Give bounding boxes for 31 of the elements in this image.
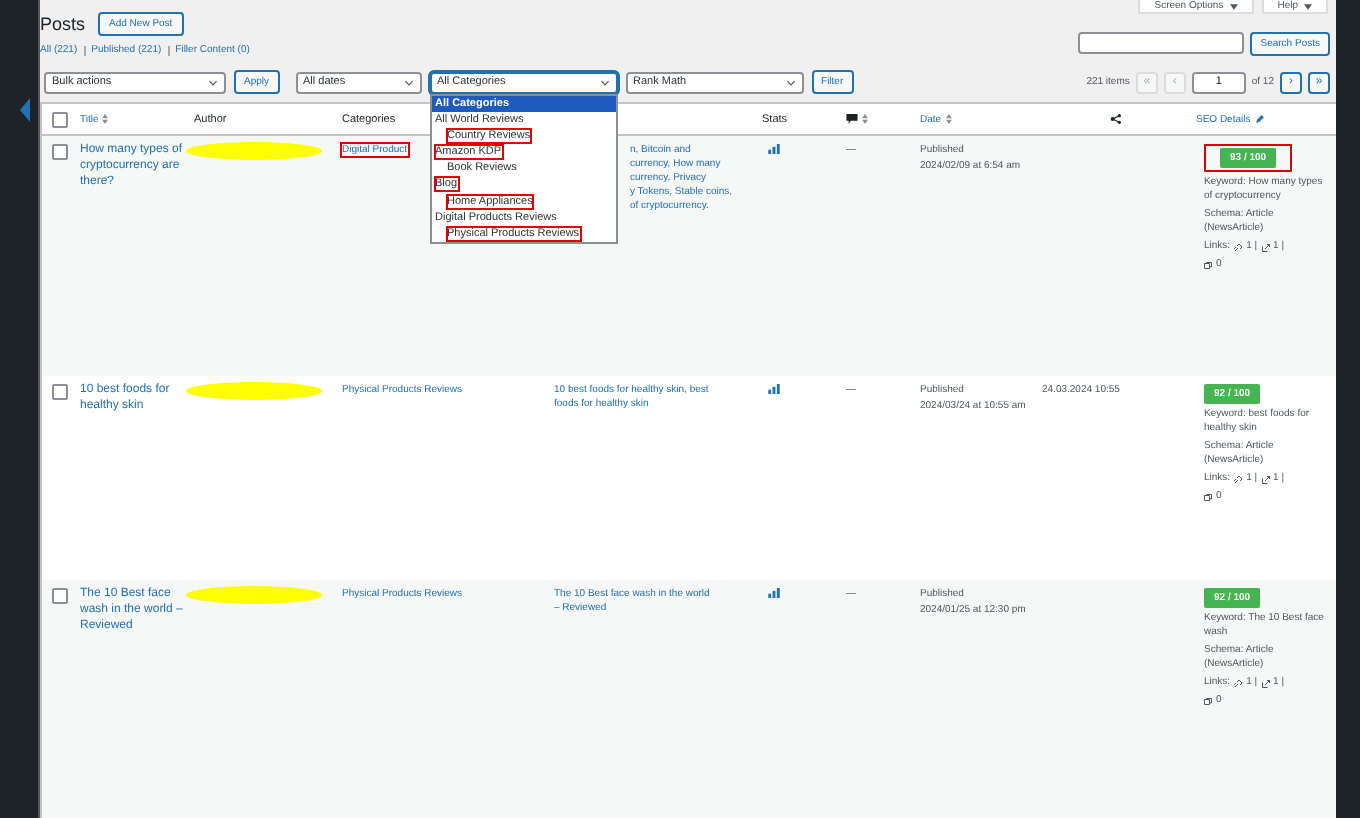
link-icon [1234, 475, 1243, 483]
sort-icon[interactable] [102, 114, 109, 124]
chevron-icon [208, 79, 218, 85]
share-icon [1109, 114, 1121, 124]
link-icon [1234, 679, 1243, 687]
sort-icon[interactable] [945, 114, 952, 124]
chevron-icon [403, 79, 414, 85]
chevron-icon [785, 79, 796, 85]
sort-icon[interactable] [862, 114, 868, 124]
stats-icon[interactable] [768, 588, 780, 598]
stats-icon[interactable] [768, 384, 780, 394]
external-link-icon [1261, 243, 1270, 251]
incoming-link-icon [1204, 493, 1212, 501]
pencil-icon [1254, 114, 1267, 124]
caret-icon [1229, 3, 1238, 9]
incoming-link-icon [1204, 697, 1212, 705]
external-link-icon [1261, 475, 1270, 483]
pointer-icon [20, 98, 30, 122]
external-link-icon [1261, 679, 1270, 687]
search-field[interactable] [1078, 32, 1245, 54]
checkbox[interactable] [52, 144, 68, 160]
checkbox[interactable] [52, 384, 68, 400]
caret-icon [1304, 3, 1312, 9]
page-title: Posts [40, 14, 86, 34]
incoming-link-icon [1204, 261, 1212, 269]
chevron-icon [599, 79, 610, 85]
stats-icon[interactable] [768, 144, 780, 154]
checkbox[interactable] [52, 111, 68, 127]
link-icon [1234, 243, 1243, 251]
checkbox[interactable] [52, 588, 68, 604]
comment-icon [846, 114, 858, 124]
